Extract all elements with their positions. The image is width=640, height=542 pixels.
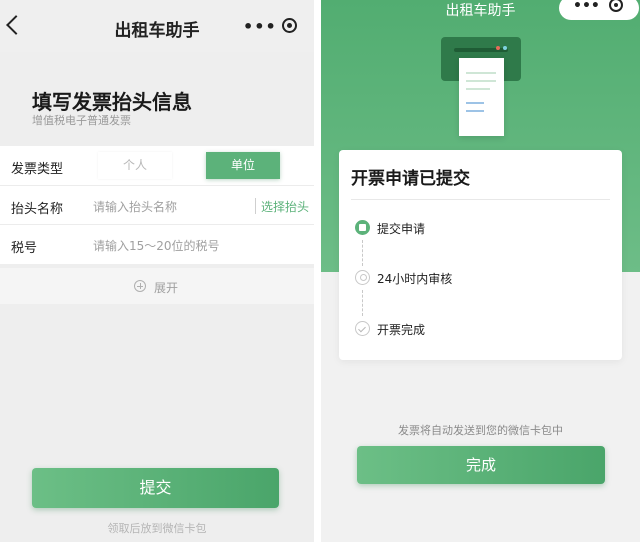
more-dots-icon[interactable]: ••• — [243, 17, 277, 36]
done-button[interactable]: 完成 — [357, 446, 605, 484]
invoice-form-screen: 出租车助手 ••• 填写发票抬头信息 增值税电子普通发票 发票类型 个人 单位 … — [0, 0, 314, 542]
divider — [351, 199, 610, 200]
nav-bar: 出租车助手 ••• — [0, 0, 314, 52]
plus-circle-icon — [134, 280, 146, 292]
invoice-type-label: 发票类型 — [11, 162, 64, 177]
step-label: 24小时内审核 — [377, 272, 453, 286]
step-label: 提交申请 — [377, 222, 426, 236]
expand-row[interactable]: 展开 — [0, 268, 314, 304]
invoice-form: 发票类型 个人 单位 抬头名称 请输入抬头名称 选择抬头 税号 请输入15～20… — [0, 146, 314, 264]
printer-led — [496, 46, 500, 50]
type-personal-option[interactable]: 个人 — [98, 152, 172, 179]
expand-label: 展开 — [154, 281, 179, 295]
step-label: 开票完成 — [377, 323, 426, 337]
submit-button[interactable]: 提交 — [32, 468, 279, 508]
page-subtitle: 增值税电子普通发票 — [32, 114, 131, 127]
select-header-link[interactable]: 选择抬头 — [261, 198, 309, 215]
step-review: 24小时内审核 — [355, 268, 595, 288]
more-dots-icon[interactable]: ••• — [573, 0, 600, 14]
status-title: 开票申请已提交 — [351, 169, 470, 189]
check-icon — [355, 321, 370, 336]
menu-capsule: ••• — [559, 0, 639, 20]
printer-led — [503, 46, 507, 50]
document-icon — [355, 220, 370, 235]
invoice-type-row: 发票类型 个人 单位 — [0, 146, 314, 185]
wallet-hint: 发票将自动发送到您的微信卡包中 — [398, 424, 563, 437]
divider — [255, 198, 256, 214]
panel-divider — [314, 0, 321, 542]
header-name-label: 抬头名称 — [11, 202, 64, 217]
submitted-screen: 出租车助手 ••• 开票申请已提交 提交申请 24小时内审核 开票完成 发票将自… — [321, 0, 640, 542]
wallet-hint: 领取后放到微信卡包 — [107, 522, 207, 535]
header-name-input[interactable]: 请输入抬头名称 — [93, 198, 243, 215]
person-icon — [355, 270, 370, 285]
record-circle-icon[interactable] — [609, 0, 623, 12]
tax-number-input[interactable]: 请输入15～20位的税号 — [93, 237, 243, 254]
tax-number-label: 税号 — [11, 241, 38, 256]
header-name-row: 抬头名称 请输入抬头名称 选择抬头 — [0, 185, 314, 224]
step-connector — [362, 290, 363, 316]
step-done: 开票完成 — [355, 319, 595, 339]
type-company-option[interactable]: 单位 — [206, 152, 280, 179]
tax-number-row: 税号 请输入15～20位的税号 — [0, 224, 314, 263]
step-submit: 提交申请 — [355, 218, 595, 238]
step-connector — [362, 240, 363, 266]
status-card: 开票申请已提交 提交申请 24小时内审核 开票完成 — [339, 150, 622, 360]
receipt-paper — [459, 58, 504, 136]
page-title: 填写发票抬头信息 — [32, 90, 192, 114]
record-circle-icon[interactable] — [282, 18, 297, 33]
